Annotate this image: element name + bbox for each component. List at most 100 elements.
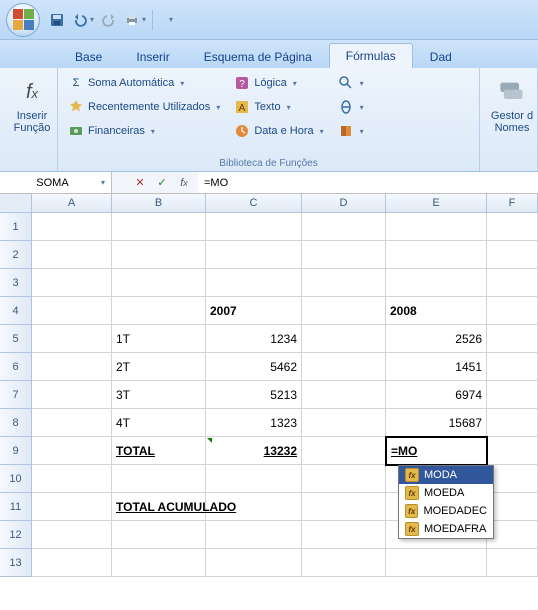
column-header[interactable]: B — [112, 194, 206, 213]
select-all-button[interactable] — [0, 194, 32, 213]
cell[interactable] — [32, 269, 112, 297]
cell[interactable]: TOTAL — [112, 437, 206, 465]
cell[interactable] — [302, 465, 386, 493]
row-header[interactable]: 13 — [0, 549, 32, 577]
cell[interactable] — [487, 381, 538, 409]
row-header[interactable]: 12 — [0, 521, 32, 549]
cell[interactable] — [487, 269, 538, 297]
cell[interactable] — [386, 549, 487, 577]
cell[interactable] — [302, 213, 386, 241]
more-fn-button[interactable]: ▾ — [334, 120, 368, 142]
cell[interactable] — [386, 269, 487, 297]
cell[interactable] — [487, 549, 538, 577]
tab-esquema[interactable]: Esquema de Página — [187, 44, 329, 68]
qat-customize-button[interactable]: ▾ — [159, 9, 181, 31]
autocomplete-item[interactable]: fxMODA — [399, 466, 493, 484]
cell[interactable] — [206, 493, 302, 521]
save-button[interactable] — [46, 9, 68, 31]
row-header[interactable]: 11 — [0, 493, 32, 521]
recent-button[interactable]: Recentemente Utilizados ▾ — [64, 96, 224, 118]
cell[interactable] — [386, 437, 487, 465]
cell[interactable] — [302, 437, 386, 465]
cell[interactable]: 3T — [112, 381, 206, 409]
financial-button[interactable]: Financeiras ▾ — [64, 120, 224, 142]
row-header[interactable]: 6 — [0, 353, 32, 381]
cell[interactable]: 1323 — [206, 409, 302, 437]
cell[interactable] — [32, 297, 112, 325]
text-button[interactable]: A Texto ▾ — [230, 96, 327, 118]
cell[interactable] — [206, 269, 302, 297]
cell[interactable]: 2T — [112, 353, 206, 381]
cell[interactable] — [32, 437, 112, 465]
cell[interactable] — [302, 521, 386, 549]
tab-inserir[interactable]: Inserir — [119, 44, 186, 68]
cell[interactable]: 1T — [112, 325, 206, 353]
cell[interactable]: 2007 — [206, 297, 302, 325]
cell[interactable]: 1234 — [206, 325, 302, 353]
cell[interactable] — [487, 493, 538, 521]
column-header[interactable]: F — [487, 194, 538, 213]
quick-print-button[interactable]: ▾ — [124, 9, 146, 31]
autocomplete-item[interactable]: fxMOEDA — [399, 484, 493, 502]
undo-button[interactable]: ▾ — [72, 9, 94, 31]
cell[interactable] — [302, 241, 386, 269]
column-header[interactable]: A — [32, 194, 112, 213]
cell[interactable] — [112, 297, 206, 325]
cell[interactable]: 15687 — [386, 409, 487, 437]
redo-button[interactable] — [98, 9, 120, 31]
cell[interactable] — [487, 465, 538, 493]
name-box[interactable]: SOMA ▾ — [0, 172, 112, 193]
cell[interactable] — [112, 241, 206, 269]
formula-input[interactable] — [198, 172, 538, 193]
cell[interactable] — [487, 409, 538, 437]
tab-formulas[interactable]: Fórmulas — [329, 43, 413, 68]
cell[interactable] — [112, 213, 206, 241]
cell[interactable]: TOTAL ACUMULADO — [112, 493, 206, 521]
column-header[interactable]: C — [206, 194, 302, 213]
datetime-button[interactable]: Data e Hora ▾ — [230, 120, 327, 142]
cell[interactable] — [112, 269, 206, 297]
autosum-button[interactable]: Σ Soma Automática ▾ — [64, 72, 224, 94]
cell[interactable] — [487, 297, 538, 325]
tab-dados[interactable]: Dad — [413, 44, 469, 68]
cell[interactable] — [32, 353, 112, 381]
cell[interactable]: 5213 — [206, 381, 302, 409]
cell[interactable] — [302, 325, 386, 353]
cell[interactable]: 2526 — [386, 325, 487, 353]
cell[interactable] — [32, 549, 112, 577]
math-button[interactable]: ▾ — [334, 96, 368, 118]
cell[interactable] — [206, 549, 302, 577]
cell[interactable] — [32, 493, 112, 521]
row-header[interactable]: 10 — [0, 465, 32, 493]
cell[interactable] — [302, 297, 386, 325]
cell[interactable]: 1451 — [386, 353, 487, 381]
cell[interactable] — [112, 465, 206, 493]
row-header[interactable]: 9 — [0, 437, 32, 465]
name-manager-button[interactable]: Gestor dNomes — [486, 72, 538, 142]
row-header[interactable]: 1 — [0, 213, 32, 241]
cell[interactable]: 13232 — [206, 437, 302, 465]
cell[interactable] — [32, 325, 112, 353]
cell[interactable] — [32, 465, 112, 493]
cell[interactable] — [206, 465, 302, 493]
cell[interactable] — [386, 241, 487, 269]
office-button[interactable] — [6, 3, 40, 37]
row-header[interactable]: 8 — [0, 409, 32, 437]
cell[interactable] — [32, 381, 112, 409]
cell[interactable] — [32, 241, 112, 269]
accept-formula-button[interactable]: ✓ — [151, 173, 173, 193]
cancel-formula-button[interactable]: ✕ — [129, 173, 151, 193]
row-header[interactable]: 3 — [0, 269, 32, 297]
cell[interactable] — [487, 437, 538, 465]
cell[interactable] — [112, 521, 206, 549]
cell[interactable] — [32, 213, 112, 241]
cell[interactable] — [206, 213, 302, 241]
cell[interactable]: 6974 — [386, 381, 487, 409]
cell[interactable] — [302, 409, 386, 437]
cell[interactable] — [386, 213, 487, 241]
cell[interactable] — [112, 549, 206, 577]
lookup-button[interactable]: ▾ — [334, 72, 368, 94]
row-header[interactable]: 7 — [0, 381, 32, 409]
row-header[interactable]: 2 — [0, 241, 32, 269]
cell[interactable] — [487, 521, 538, 549]
